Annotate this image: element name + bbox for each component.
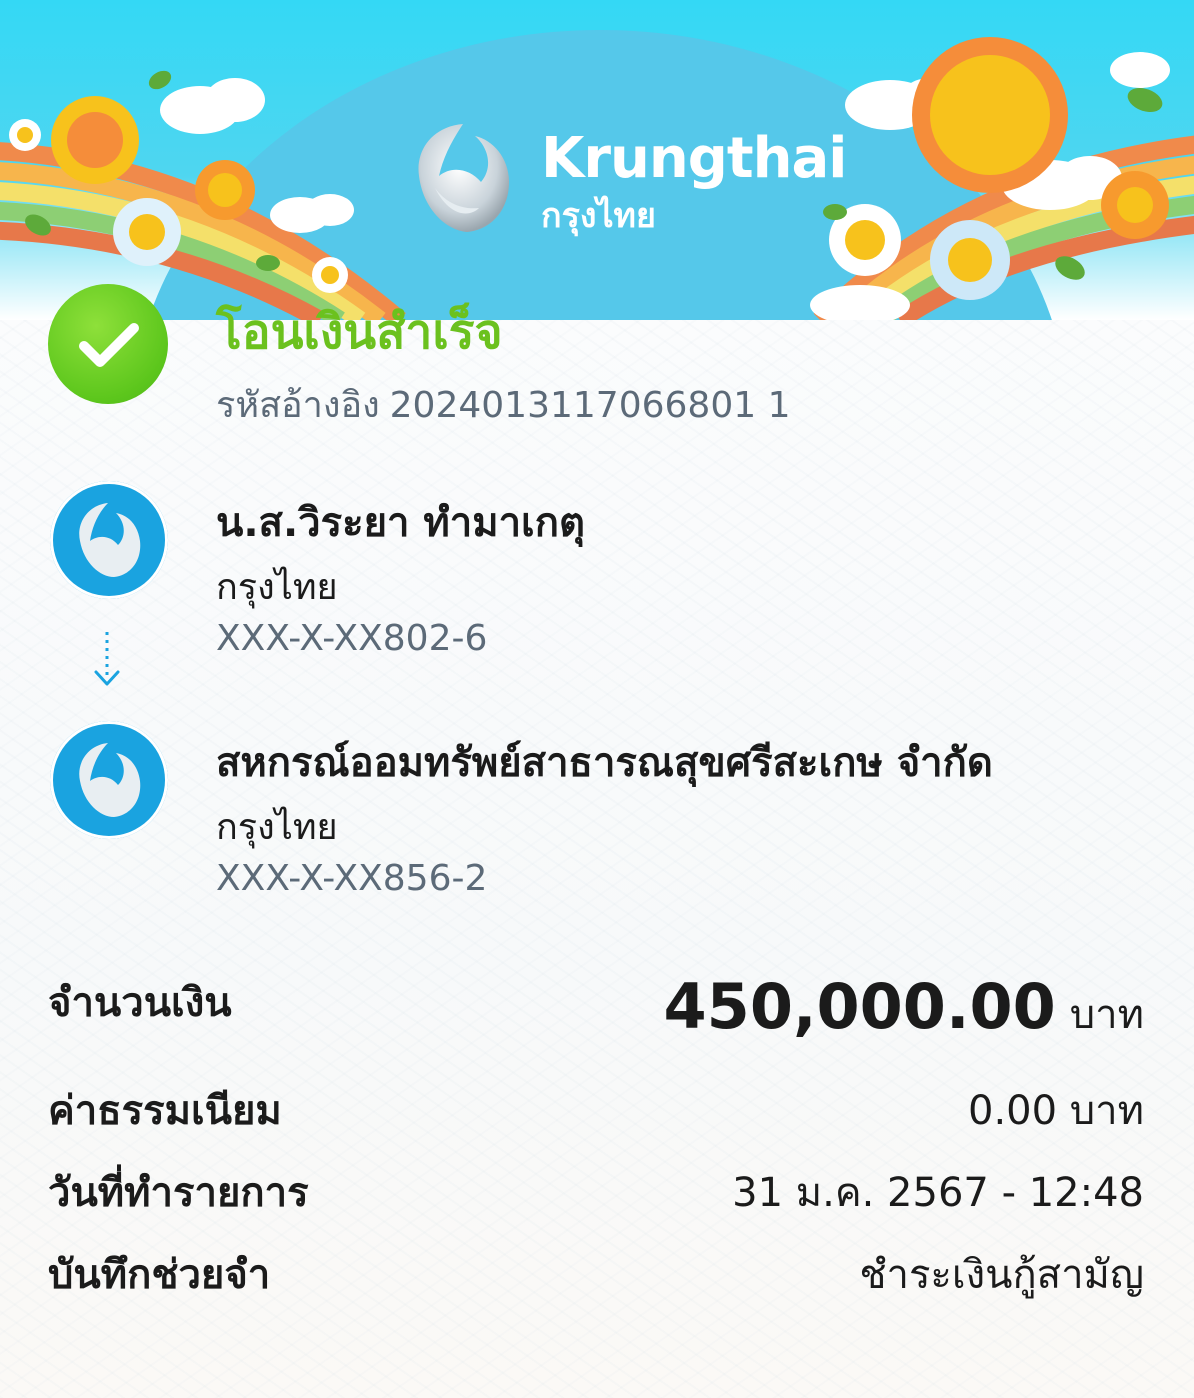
status-title: โอนเงินสำเร็จ [216, 304, 503, 360]
krungthai-logo: Krungthai กรุงไทย [405, 118, 847, 238]
receiver-bank-icon [50, 721, 168, 839]
fee-value: 0.00 บาท [968, 1088, 1144, 1134]
amount-value: 450,000.00 บาท [664, 970, 1144, 1046]
sender-bank: กรุงไทย [216, 567, 338, 608]
background-pattern [0, 300, 1194, 1398]
date-value: 31 ม.ค. 2567 - 12:48 [732, 1170, 1144, 1216]
receiver-bank: กรุงไทย [216, 807, 338, 848]
receiver-account: XXX-X-XX856-2 [216, 858, 488, 899]
header-banner: Krungthai กรุงไทย [0, 0, 1194, 320]
success-check-icon [48, 284, 168, 404]
amount-number: 450,000.00 [663, 970, 1056, 1043]
sender-bank-icon [50, 481, 168, 599]
fee-label: ค่าธรรมเนียม [48, 1088, 282, 1134]
receiver-name: สหกรณ์ออมทรัพย์สาธารณสุขศรีสะเกษ จำกัด [216, 740, 993, 786]
krungthai-bird-icon [418, 124, 509, 232]
brand-name-en: Krungthai [541, 126, 847, 191]
memo-value: ชำระเงินกู้สามัญ [859, 1252, 1144, 1298]
brand-name-th: กรุงไทย [541, 196, 656, 236]
memo-label: บันทึกช่วยจำ [48, 1252, 271, 1298]
reference-number: 2024013117066801 1 [389, 385, 791, 426]
arrow-down-icon [94, 632, 120, 686]
amount-label: จำนวนเงิน [48, 980, 232, 1026]
amount-unit: บาท [1069, 992, 1144, 1038]
date-label: วันที่ทำรายการ [48, 1170, 309, 1216]
reference-line: รหัสอ้างอิง 2024013117066801 1 [216, 376, 790, 433]
sender-account: XXX-X-XX802-6 [216, 618, 488, 659]
reference-label: รหัสอ้างอิง [216, 385, 380, 426]
sender-name: น.ส.วิระยา ทำมาเกตุ [216, 500, 585, 546]
